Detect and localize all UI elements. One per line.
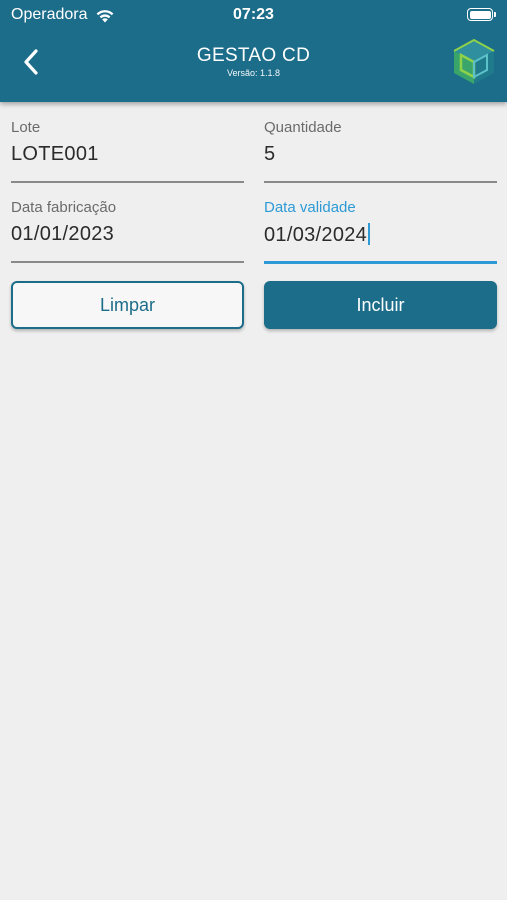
- lote-field[interactable]: Lote LOTE001: [11, 119, 244, 183]
- title-block: GESTAO CD Versão: 1.1.8: [100, 45, 407, 78]
- limpar-button[interactable]: Limpar: [11, 281, 244, 329]
- data-validade-input-wrap[interactable]: 01/03/2024: [264, 223, 497, 249]
- data-fabricacao-label: Data fabricação: [11, 199, 117, 216]
- data-fabricacao-field[interactable]: Data fabricação 01/01/2023: [11, 199, 244, 263]
- chevron-left-icon: [24, 49, 38, 75]
- data-validade-input[interactable]: 01/03/2024: [264, 224, 367, 246]
- lote-underline: [11, 181, 244, 183]
- data-validade-underline: [264, 261, 497, 264]
- quantidade-label: Quantidade: [264, 119, 342, 136]
- incluir-button[interactable]: Incluir: [264, 281, 497, 329]
- status-bar: Operadora 07:23: [0, 0, 507, 30]
- back-button[interactable]: [14, 44, 48, 80]
- cube-logo-icon: [453, 38, 495, 84]
- quantidade-underline: [264, 181, 497, 183]
- battery-icon: [467, 8, 493, 21]
- data-fabricacao-input[interactable]: 01/01/2023: [11, 223, 244, 249]
- app-header: Operadora 07:23 GESTAO CD Versão: 1.1.8: [0, 0, 507, 102]
- data-validade-label: Data validade: [264, 199, 356, 216]
- text-caret: [368, 223, 371, 245]
- clock: 07:23: [233, 6, 274, 23]
- data-fabricacao-underline: [11, 261, 244, 263]
- app-title: GESTAO CD: [196, 45, 311, 66]
- battery-tip: [494, 12, 496, 17]
- lote-label: Lote: [11, 119, 41, 136]
- lote-input[interactable]: LOTE001: [11, 143, 244, 169]
- quantidade-input[interactable]: 5: [264, 143, 497, 169]
- version-label: Versão: 1.1.8: [226, 68, 281, 78]
- data-validade-field[interactable]: Data validade 01/03/2024: [264, 199, 497, 264]
- quantidade-field[interactable]: Quantidade 5: [264, 119, 497, 183]
